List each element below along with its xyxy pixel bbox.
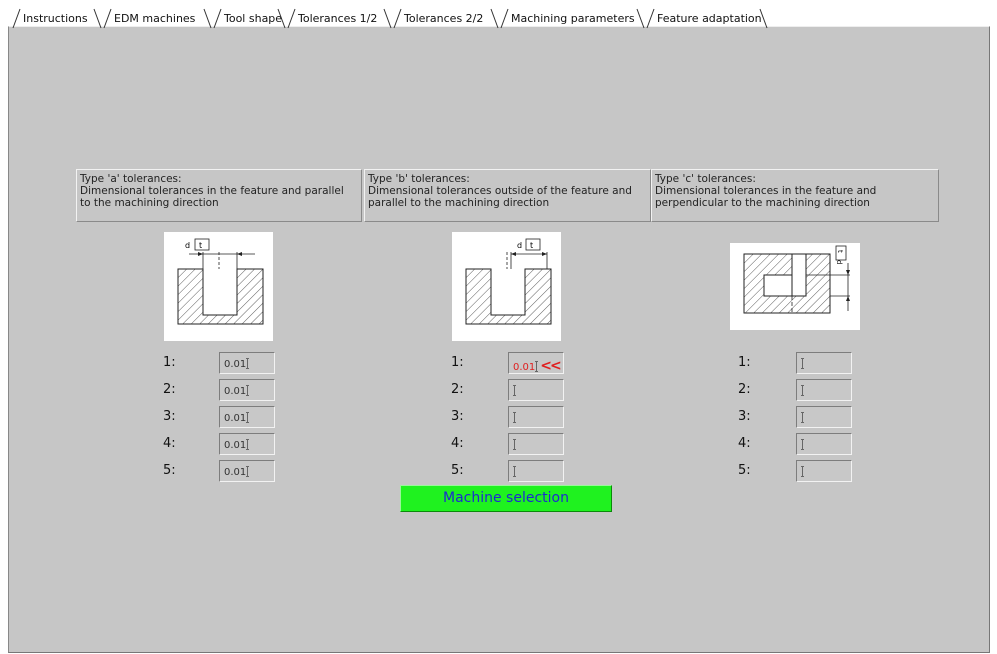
type-b-description: Type 'b' tolerances: Dimensional toleran…: [364, 169, 651, 222]
machine-selection-button[interactable]: Machine selection: [400, 485, 612, 512]
row-label: 4:: [163, 436, 176, 451]
row-label: 2:: [738, 382, 751, 397]
field-value: 0.01: [224, 359, 247, 370]
type-b-diagram: d t: [452, 232, 561, 341]
field-value: 0.01: [224, 467, 247, 478]
type-c-description: Type 'c' tolerances: Dimensional toleran…: [651, 169, 939, 222]
t-label: t: [530, 241, 533, 250]
tolerance-a-input-3[interactable]: 0.01: [219, 406, 275, 428]
tab-tool-shape[interactable]: Tool shape: [224, 6, 282, 28]
d-label: d: [185, 241, 190, 250]
row-label: 5:: [451, 463, 464, 478]
tolerance-b-input-1[interactable]: 0.01 <<: [508, 352, 564, 374]
tab-instructions[interactable]: Instructions: [23, 6, 88, 28]
t-label: t: [836, 250, 844, 253]
field-value: 0.01: [513, 362, 536, 373]
tolerance-c-input-5[interactable]: [796, 460, 852, 482]
tab-tolerances-1[interactable]: Tolerances 1/2: [298, 6, 377, 28]
tolerance-b-input-2[interactable]: [508, 379, 564, 401]
tab-bar: Instructions EDM machines Tool shape Tol…: [10, 6, 990, 29]
field-value: 0.01: [224, 440, 247, 451]
tolerance-c-input-2[interactable]: [796, 379, 852, 401]
tolerance-a-input-1[interactable]: 0.01: [219, 352, 275, 374]
tolerance-a-input-2[interactable]: 0.01: [219, 379, 275, 401]
tab-machining-parameters[interactable]: Machining parameters: [511, 6, 635, 28]
row-label: 2:: [163, 382, 176, 397]
d-label: d: [517, 241, 522, 250]
row-label: 3:: [738, 409, 751, 424]
error-marker: <<: [540, 358, 562, 374]
row-label: 5:: [738, 463, 751, 478]
tab-feature-adaptation[interactable]: Feature adaptation: [657, 6, 762, 28]
tolerance-c-input-3[interactable]: [796, 406, 852, 428]
row-label: 1:: [163, 355, 176, 370]
tolerance-b-input-3[interactable]: [508, 406, 564, 428]
field-value: 0.01: [224, 413, 247, 424]
row-label: 1:: [738, 355, 751, 370]
d-label: d: [835, 260, 843, 264]
type-c-diagram: t d: [730, 243, 860, 330]
tab-tolerances-2[interactable]: Tolerances 2/2: [404, 6, 483, 28]
row-label: 5:: [163, 463, 176, 478]
row-label: 1:: [451, 355, 464, 370]
tolerance-a-input-4[interactable]: 0.01: [219, 433, 275, 455]
row-label: 4:: [738, 436, 751, 451]
tolerance-c-input-1[interactable]: [796, 352, 852, 374]
row-label: 2:: [451, 382, 464, 397]
t-label: t: [199, 241, 202, 250]
tolerance-b-input-5[interactable]: [508, 460, 564, 482]
type-a-diagram: d t: [164, 232, 273, 341]
field-value: 0.01: [224, 386, 247, 397]
tolerance-b-input-4[interactable]: [508, 433, 564, 455]
type-a-description: Type 'a' tolerances: Dimensional toleran…: [76, 169, 362, 222]
tab-edm-machines[interactable]: EDM machines: [114, 6, 195, 28]
row-label: 3:: [451, 409, 464, 424]
tolerance-a-input-5[interactable]: 0.01: [219, 460, 275, 482]
row-label: 3:: [163, 409, 176, 424]
row-label: 4:: [451, 436, 464, 451]
tolerance-c-input-4[interactable]: [796, 433, 852, 455]
